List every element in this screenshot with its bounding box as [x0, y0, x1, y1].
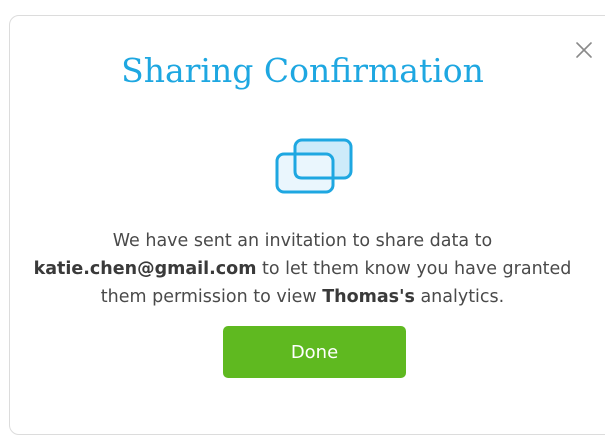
share-windows-icon [274, 136, 354, 196]
message-line-3: them permission to view [100, 287, 323, 307]
message-line-1: We have sent an invitation to share data… [112, 231, 493, 251]
message-line-2: to let them know you have granted [256, 259, 572, 279]
dialog-title: Sharing Confirmation [121, 51, 484, 90]
confirmation-message: We have sent an invitation to share data… [0, 227, 605, 311]
owner-name: Thomas's [322, 287, 415, 307]
done-button[interactable]: Done [223, 326, 406, 378]
recipient-email: katie.chen@gmail.com [33, 259, 257, 279]
message-line-3-end: analytics. [414, 287, 505, 307]
